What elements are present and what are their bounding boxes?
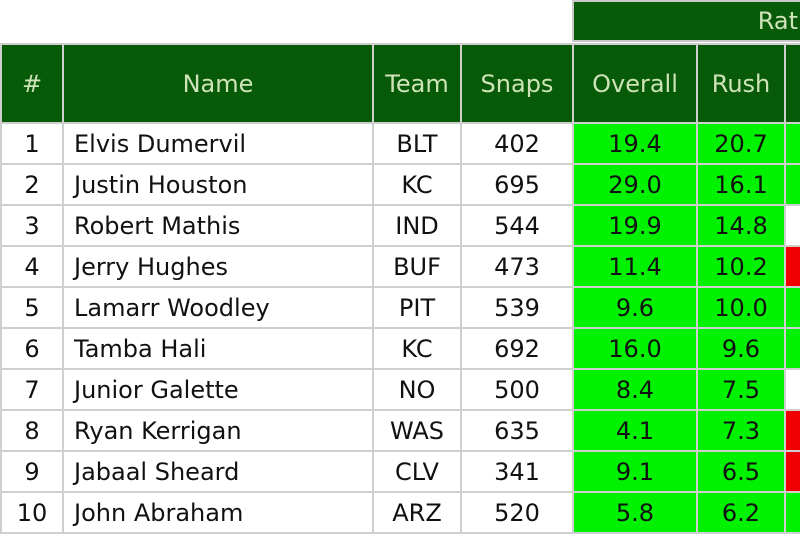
cell-name: Justin Houston xyxy=(62,163,374,206)
cell-rank: 6 xyxy=(0,327,64,370)
cell-name: Elvis Dumervil xyxy=(62,122,374,165)
cell-rating-partial xyxy=(784,204,800,247)
cell-name: Jabaal Sheard xyxy=(62,450,374,493)
ratings-group-header: Rat xyxy=(572,0,800,42)
cell-rank: 9 xyxy=(0,450,64,493)
cell-snaps: 692 xyxy=(460,327,574,370)
table-row: 9 Jabaal Sheard CLV 341 9.1 6.5 xyxy=(0,450,800,493)
cell-rating-partial xyxy=(784,409,800,452)
pass-rush-table: # Name Team Snaps Overall Rush 1 Elvis Dumervi… xyxy=(0,43,800,534)
table-row: 1 Elvis Dumervil BLT 402 19.4 20.7 xyxy=(0,122,800,165)
cell-snaps: 500 xyxy=(460,368,574,411)
table-row: 4 Jerry Hughes BUF 473 11.4 10.2 xyxy=(0,245,800,288)
cell-rush: 20.7 xyxy=(696,122,786,165)
cell-rank: 8 xyxy=(0,409,64,452)
column-header-next[interactable] xyxy=(784,43,800,124)
cell-snaps: 539 xyxy=(460,286,574,329)
cell-rush: 7.5 xyxy=(696,368,786,411)
cell-rank: 5 xyxy=(0,286,64,329)
column-header-overall[interactable]: Overall xyxy=(572,43,698,124)
cell-rating-partial xyxy=(784,245,800,288)
cell-rank: 4 xyxy=(0,245,64,288)
cell-rating-partial xyxy=(784,450,800,493)
cell-name: Tamba Hali xyxy=(62,327,374,370)
cell-rank: 7 xyxy=(0,368,64,411)
column-header-team[interactable]: Team xyxy=(372,43,462,124)
cell-snaps: 544 xyxy=(460,204,574,247)
table-row: 3 Robert Mathis IND 544 19.9 14.8 xyxy=(0,204,800,247)
cell-overall: 9.6 xyxy=(572,286,698,329)
column-header-snaps[interactable]: Snaps xyxy=(460,43,574,124)
cell-snaps: 341 xyxy=(460,450,574,493)
cell-rush: 7.3 xyxy=(696,409,786,452)
cell-rush: 6.5 xyxy=(696,450,786,493)
cell-name: Robert Mathis xyxy=(62,204,374,247)
cell-overall: 11.4 xyxy=(572,245,698,288)
cell-rank: 2 xyxy=(0,163,64,206)
cell-team: PIT xyxy=(372,286,462,329)
cell-rating-partial xyxy=(784,368,800,411)
cell-rank: 3 xyxy=(0,204,64,247)
cell-snaps: 520 xyxy=(460,491,574,534)
cell-overall: 9.1 xyxy=(572,450,698,493)
cell-name: Ryan Kerrigan xyxy=(62,409,374,452)
cell-rating-partial xyxy=(784,286,800,329)
table-row: 2 Justin Houston KC 695 29.0 16.1 xyxy=(0,163,800,206)
cell-rating-partial xyxy=(784,491,800,534)
cell-snaps: 402 xyxy=(460,122,574,165)
table-row: 7 Junior Galette NO 500 8.4 7.5 xyxy=(0,368,800,411)
cell-team: BUF xyxy=(372,245,462,288)
cell-overall: 16.0 xyxy=(572,327,698,370)
cell-name: Lamarr Woodley xyxy=(62,286,374,329)
table-row: 10 John Abraham ARZ 520 5.8 6.2 xyxy=(0,491,800,534)
cell-team: WAS xyxy=(372,409,462,452)
cell-rating-partial xyxy=(784,122,800,165)
cell-overall: 29.0 xyxy=(572,163,698,206)
table-row: 6 Tamba Hali KC 692 16.0 9.6 xyxy=(0,327,800,370)
cell-rank: 1 xyxy=(0,122,64,165)
cell-team: KC xyxy=(372,163,462,206)
column-header-name[interactable]: Name xyxy=(62,43,374,124)
cell-team: ARZ xyxy=(372,491,462,534)
cell-name: John Abraham xyxy=(62,491,374,534)
table-row: 5 Lamarr Woodley PIT 539 9.6 10.0 xyxy=(0,286,800,329)
cell-overall: 19.9 xyxy=(572,204,698,247)
cell-team: IND xyxy=(372,204,462,247)
cell-team: KC xyxy=(372,327,462,370)
cell-snaps: 635 xyxy=(460,409,574,452)
cell-team: CLV xyxy=(372,450,462,493)
cell-overall: 5.8 xyxy=(572,491,698,534)
cell-rush: 14.8 xyxy=(696,204,786,247)
cell-name: Junior Galette xyxy=(62,368,374,411)
table-row: 8 Ryan Kerrigan WAS 635 4.1 7.3 xyxy=(0,409,800,452)
cell-overall: 8.4 xyxy=(572,368,698,411)
column-header-rush[interactable]: Rush xyxy=(696,43,786,124)
cell-rating-partial xyxy=(784,163,800,206)
cell-rating-partial xyxy=(784,327,800,370)
cell-rush: 6.2 xyxy=(696,491,786,534)
cell-name: Jerry Hughes xyxy=(62,245,374,288)
cell-overall: 4.1 xyxy=(572,409,698,452)
cell-rush: 9.6 xyxy=(696,327,786,370)
column-header-rank[interactable]: # xyxy=(0,43,64,124)
cell-overall: 19.4 xyxy=(572,122,698,165)
cell-snaps: 473 xyxy=(460,245,574,288)
cell-rush: 10.0 xyxy=(696,286,786,329)
cell-team: NO xyxy=(372,368,462,411)
cell-rush: 10.2 xyxy=(696,245,786,288)
cell-team: BLT xyxy=(372,122,462,165)
cell-rank: 10 xyxy=(0,491,64,534)
cell-rush: 16.1 xyxy=(696,163,786,206)
cell-snaps: 695 xyxy=(460,163,574,206)
